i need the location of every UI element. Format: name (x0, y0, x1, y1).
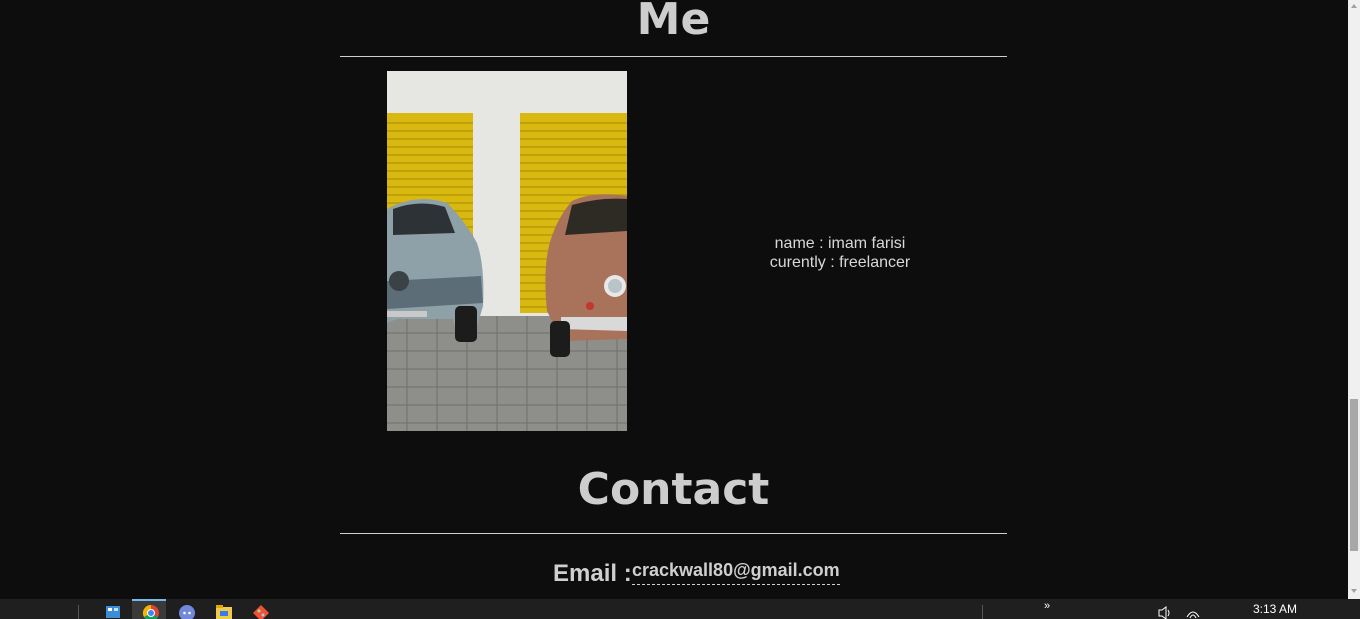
volume-icon[interactable] (1156, 603, 1176, 619)
email-label: Email : (553, 560, 632, 587)
me-divider (340, 56, 1007, 57)
git-icon[interactable] (251, 603, 271, 619)
email-link[interactable]: crackwall80@gmail.com (632, 560, 840, 585)
contact-section-title: Contact (577, 464, 770, 515)
scroll-down-arrow-icon[interactable] (1348, 585, 1360, 597)
vertical-scrollbar[interactable] (1348, 0, 1360, 599)
about-text: name : imam farisi curently : freelancer (700, 234, 980, 272)
control-panel-icon[interactable] (104, 603, 124, 619)
discord-icon[interactable] (177, 603, 197, 619)
file-explorer-icon[interactable] (214, 603, 234, 619)
show-hidden-icons-chevron[interactable]: » (1044, 600, 1050, 612)
contact-divider (340, 533, 1007, 534)
windows-taskbar: » 3:13 AM (0, 599, 1360, 619)
name-line: name : imam farisi (774, 235, 906, 252)
scrollbar-thumb[interactable] (1350, 399, 1358, 551)
taskbar-separator (982, 605, 983, 619)
taskbar-clock[interactable]: 3:13 AM (1238, 602, 1312, 616)
me-section-title: Me (636, 0, 711, 45)
profile-photo (387, 71, 627, 431)
chrome-active-indicator (132, 599, 166, 601)
status-line: curently : freelancer (769, 254, 911, 271)
scroll-up-arrow-icon[interactable] (1348, 0, 1360, 12)
chrome-icon[interactable] (141, 603, 161, 619)
cars-photo-illustration (387, 71, 627, 431)
taskbar-separator (78, 605, 79, 619)
wifi-icon[interactable] (1183, 603, 1203, 619)
page-content: Me name: imam farisi curently: freelan… (0, 0, 1348, 599)
